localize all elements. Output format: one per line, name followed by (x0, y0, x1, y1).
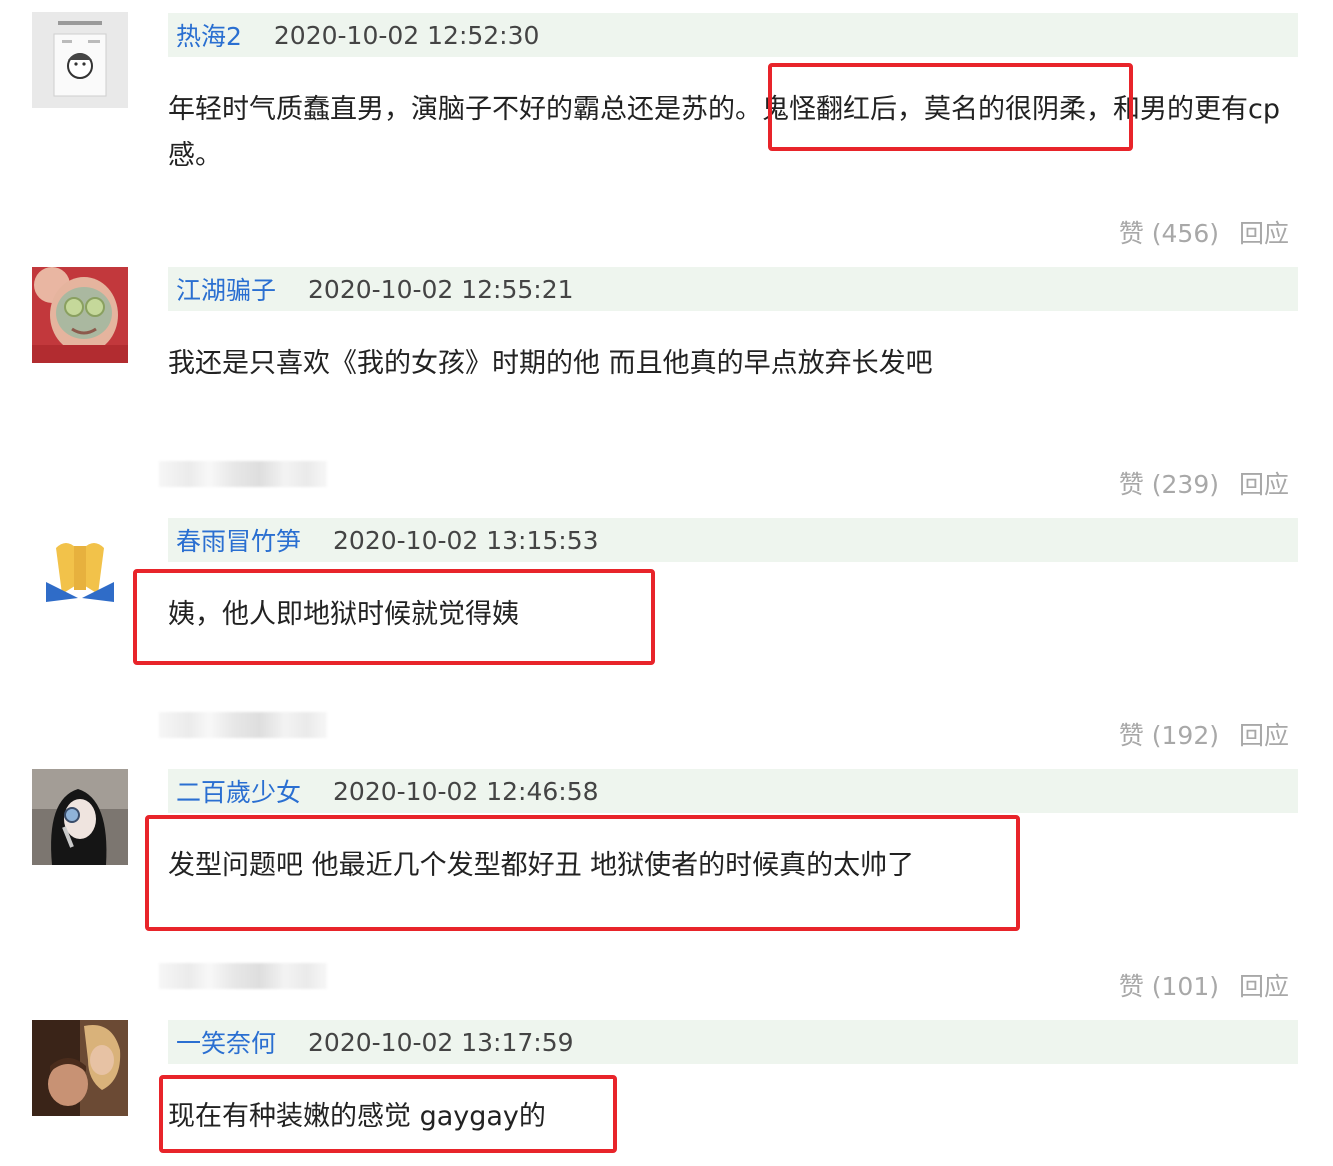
redacted-block (159, 963, 327, 989)
comment-text: 年轻时气质蠢直男，演脑子不好的霸总还是苏的。鬼怪翻红后，莫名的很阴柔，和男的更有… (168, 87, 1293, 179)
like-button[interactable]: 赞 (101) (1119, 967, 1219, 1003)
like-button[interactable]: 赞 (456) (1119, 214, 1219, 250)
avatar[interactable] (32, 518, 128, 614)
comment-text: 我还是只喜欢《我的女孩》时期的他 而且他真的早点放弃长发吧 (168, 348, 933, 379)
comment-actions: 赞 (239) 回应 (1119, 465, 1289, 501)
comment-actions: 赞 (101) 回应 (1119, 967, 1289, 1003)
avatar[interactable] (32, 1020, 128, 1116)
redacted-block (159, 712, 327, 738)
like-button[interactable]: 赞 (192) (1119, 716, 1219, 752)
comment-meta: 热海2 2020-10-02 12:52:30 (168, 13, 1298, 57)
username-link[interactable]: 二百歲少女 (176, 773, 301, 809)
comment-text-part: 年轻时气质蠢直男，演脑子不好的霸总还是苏的。 (168, 94, 762, 125)
comment-timestamp: 2020-10-02 13:15:53 (333, 525, 599, 555)
comment-actions: 赞 (456) 回应 (1119, 214, 1289, 250)
comment-timestamp: 2020-10-02 12:46:58 (333, 776, 599, 806)
reply-button[interactable]: 回应 (1239, 967, 1289, 1003)
comment-actions: 赞 (192) 回应 (1119, 716, 1289, 752)
comment-timestamp: 2020-10-02 12:52:30 (273, 20, 540, 50)
username-link[interactable]: 春雨冒竹笋 (176, 522, 301, 558)
comment-meta: 江湖骗子 2020-10-02 12:55:21 (168, 267, 1298, 311)
comment-text: 发型问题吧 他最近几个发型都好丑 地狱使者的时候真的太帅了 (168, 850, 915, 881)
avatar[interactable] (32, 267, 128, 363)
comment-list: 热海2 2020-10-02 12:52:30 年轻时气质蠢直男，演脑子不好的霸… (0, 0, 1333, 1166)
comment-timestamp: 2020-10-02 13:17:59 (308, 1027, 574, 1057)
like-button[interactable]: 赞 (239) (1119, 465, 1219, 501)
comment-text: 姨，他人即地狱时候就觉得姨 (168, 599, 519, 630)
comment-text: 现在有种装嫩的感觉 gaygay的 (168, 1101, 546, 1132)
comment-timestamp: 2020-10-02 12:55:21 (308, 274, 574, 304)
username-link[interactable]: 江湖骗子 (176, 271, 276, 307)
reply-button[interactable]: 回应 (1239, 465, 1289, 501)
avatar[interactable] (32, 12, 128, 108)
reply-button[interactable]: 回应 (1239, 214, 1289, 250)
redacted-block (159, 461, 327, 487)
username-link[interactable]: 热海2 (176, 17, 242, 53)
highlighted-text: 鬼怪翻红后，莫名的很阴柔 (762, 94, 1086, 125)
comment-meta: 春雨冒竹笋 2020-10-02 13:15:53 (168, 518, 1298, 562)
avatar[interactable] (32, 769, 128, 865)
username-link[interactable]: 一笑奈何 (176, 1024, 276, 1060)
comment-meta: 一笑奈何 2020-10-02 13:17:59 (168, 1020, 1298, 1064)
comment-meta: 二百歲少女 2020-10-02 12:46:58 (168, 769, 1298, 813)
reply-button[interactable]: 回应 (1239, 716, 1289, 752)
